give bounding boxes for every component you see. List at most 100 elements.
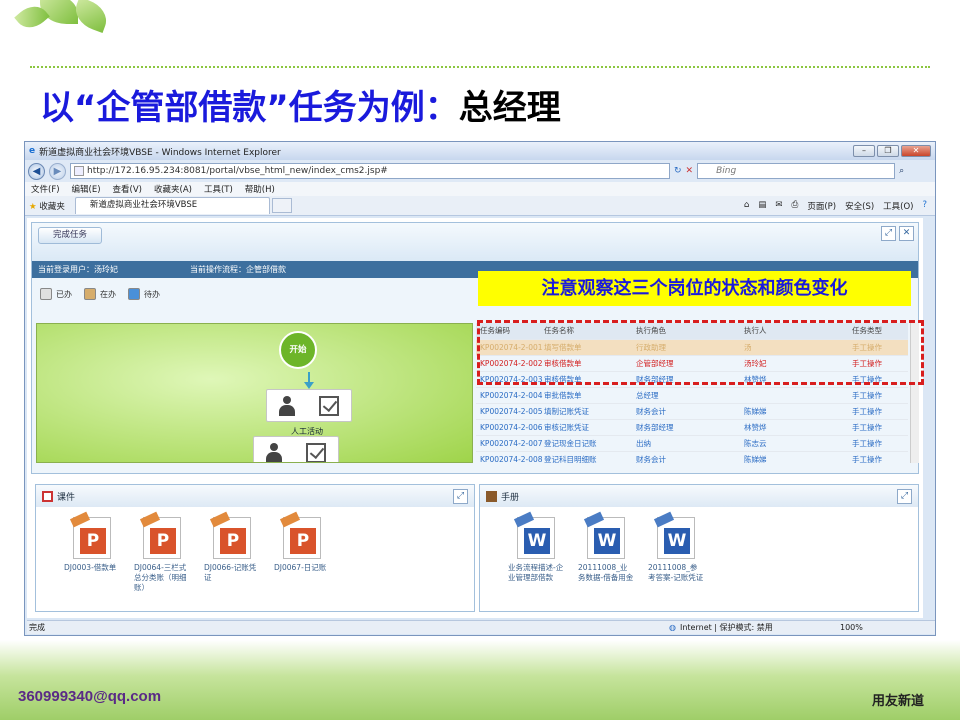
brand-logo: 用友新道 <box>872 694 925 709</box>
table-row[interactable]: KP002074-2-004 审批借款单 总经理 手工操作 <box>476 388 908 404</box>
table-cell: KP002074-2-008 <box>480 455 543 463</box>
refresh-icon[interactable]: ↻ <box>674 166 682 176</box>
manual-item[interactable]: W 20111008_业务数据-借备用金 <box>578 511 634 583</box>
search-icon[interactable]: ⌕ <box>899 166 904 176</box>
menu-favorites[interactable]: 收藏夹(A) <box>154 183 192 195</box>
table-cell: KP002074-2-006 <box>480 423 543 432</box>
item-label: DJ0064-三栏式总分类账（明细账） <box>134 563 187 592</box>
table-cell: 登记现金日记账 <box>544 439 597 448</box>
leaf-decoration <box>70 0 112 34</box>
flow-arrowhead <box>304 382 314 389</box>
window-titlebar: e 新道虚拟商业社会环境VBSE - Windows Internet Expl… <box>25 142 935 160</box>
current-flow: 当前操作流程：企管部借款 <box>190 265 286 274</box>
window-title: 新道虚拟商业社会环境VBSE - Windows Internet Explor… <box>39 147 281 158</box>
table-cell: 手工操作 <box>852 391 882 400</box>
ppt-icon: P <box>69 511 111 559</box>
courseware-icon <box>42 490 53 502</box>
manual-item[interactable]: W 业务流程描述-企业管理部借款 <box>508 511 563 583</box>
new-tab-button[interactable] <box>271 198 292 213</box>
safety-menu[interactable]: 安全(S) <box>845 200 874 212</box>
page-menu[interactable]: 页面(P) <box>807 200 836 212</box>
status-text: 完成 <box>29 623 45 632</box>
slide-footer-background <box>0 640 960 720</box>
help-icon[interactable]: ? <box>922 200 927 212</box>
stop-icon[interactable]: ✕ <box>686 166 694 176</box>
star-icon: ★ <box>29 201 37 212</box>
home-icon[interactable]: ⌂ <box>744 200 749 212</box>
table-row[interactable]: KP002074-2-008 登记科目明细账 财务会计 陈娣娣 手工操作 <box>476 452 908 463</box>
menu-help[interactable]: 帮助(H) <box>245 183 275 195</box>
table-cell: 总经理 <box>636 391 659 400</box>
divider <box>30 66 930 68</box>
url-input[interactable]: http://172.16.95.234:8081/portal/vbse_ht… <box>70 163 670 179</box>
table-cell: 财务会计 <box>636 407 666 416</box>
slide-title: 以“企管部借款”任务为例：总经理 <box>40 88 561 128</box>
manual-item[interactable]: W 20111008_参考答案-记账凭证 <box>648 511 704 583</box>
browser-tab[interactable]: 新道虚拟商业社会环境VBSE <box>74 197 270 214</box>
manual-header: 手册 ⤢ <box>480 485 918 507</box>
courseware-item[interactable]: P DJ0003-借款单 <box>64 511 118 593</box>
table-row[interactable]: KP002074-2-005 填制记账凭证 财务会计 陈娣娣 手工操作 <box>476 404 908 420</box>
footer-email: 360999340@qq.com <box>18 688 162 705</box>
complete-task-button[interactable]: 完成任务 <box>38 227 102 244</box>
legend-swatch <box>128 288 140 300</box>
courseware-item[interactable]: P DJ0064-三栏式总分类账（明细账） <box>134 511 188 593</box>
callout-note: 注意观察这三个岗位的状态和颜色变化 <box>478 271 911 306</box>
person-icon <box>279 396 295 416</box>
menu-file[interactable]: 文件(F) <box>31 183 60 195</box>
legend-done: 已办 <box>40 288 72 300</box>
table-cell: 填制记账凭证 <box>544 407 589 416</box>
globe-icon: ◍ <box>669 623 676 632</box>
print-icon[interactable]: ⎙ <box>792 200 799 212</box>
ppt-icon: P <box>209 511 251 559</box>
table-cell: 审批借款单 <box>544 391 582 400</box>
table-cell: 审核记账凭证 <box>544 423 589 432</box>
flow-task-node[interactable] <box>266 389 352 422</box>
back-button[interactable]: ◀ <box>28 162 45 180</box>
search-input[interactable]: Bing <box>697 163 896 179</box>
forward-button[interactable]: ▶ <box>49 162 66 180</box>
word-icon: W <box>583 511 625 559</box>
menu-tools[interactable]: 工具(T) <box>204 183 233 195</box>
expand-icon[interactable]: ⤢ <box>881 226 896 241</box>
legend-swatch <box>40 288 52 300</box>
minimize-button[interactable]: – <box>853 145 875 157</box>
task-pane: 完成任务 ⤢ ✕ 当前登录用户：汤玲妃 当前操作流程：企管部借款 已办 在办 待… <box>31 222 924 474</box>
menu-view[interactable]: 查看(V) <box>113 183 142 195</box>
status-bar: 完成 ◍ Internet | 保护模式: 禁用 100% <box>27 620 935 634</box>
favorites-button[interactable]: ★ 收藏夹 <box>29 200 65 212</box>
menu-edit[interactable]: 编辑(E) <box>72 183 101 195</box>
ie-icon: e <box>29 146 36 156</box>
item-label: 20111008_业务数据-借备用金 <box>578 563 634 582</box>
legend-swatch <box>84 288 96 300</box>
courseware-item[interactable]: P DJ0067-日记账 <box>274 511 328 593</box>
expand-icon[interactable]: ⤢ <box>897 488 912 504</box>
courseware-header: 课件 ⤢ <box>36 485 474 507</box>
expand-icon[interactable]: ⤢ <box>453 488 468 504</box>
command-bar: ⌂ ▤ ✉ ⎙ 页面(P) 安全(S) 工具(O) ? <box>744 200 935 212</box>
tools-menu[interactable]: 工具(O) <box>883 200 913 212</box>
table-row[interactable]: KP002074-2-007 登记现金日记账 出纳 陈志云 手工操作 <box>476 436 908 452</box>
mail-icon[interactable]: ✉ <box>775 200 782 212</box>
flow-start-node[interactable]: 开始 <box>279 331 317 369</box>
item-label: DJ0066-记账凭证 <box>204 563 257 582</box>
zone-text: Internet | 保护模式: 禁用 <box>679 623 773 632</box>
close-button[interactable]: ✕ <box>901 145 931 157</box>
table-cell: 林赞烨 <box>744 423 767 432</box>
zoom-level[interactable]: 100% <box>840 623 863 632</box>
word-icon: W <box>513 511 555 559</box>
table-row[interactable]: KP002074-2-006 审核记账凭证 财务部经理 林赞烨 手工操作 <box>476 420 908 436</box>
table-cell: 手工操作 <box>852 407 882 416</box>
maximize-button[interactable]: ❐ <box>877 145 899 157</box>
feeds-icon[interactable]: ▤ <box>758 200 766 212</box>
close-icon[interactable]: ✕ <box>899 226 914 241</box>
item-label: 20111008_参考答案-记账凭证 <box>648 563 704 582</box>
flow-task-node[interactable] <box>253 436 339 462</box>
table-cell: 财务部经理 <box>636 423 674 432</box>
flow-diagram: 开始 人工活动 <box>36 323 473 463</box>
courseware-item[interactable]: P DJ0066-记账凭证 <box>204 511 258 593</box>
courseware-pane: 课件 ⤢ P DJ0003-借款单 P DJ0064-三栏式总分类账（明细账） P DJ0… <box>35 484 475 612</box>
table-cell: 出纳 <box>636 439 651 448</box>
checklist-icon <box>306 443 326 462</box>
table-cell <box>744 388 852 403</box>
